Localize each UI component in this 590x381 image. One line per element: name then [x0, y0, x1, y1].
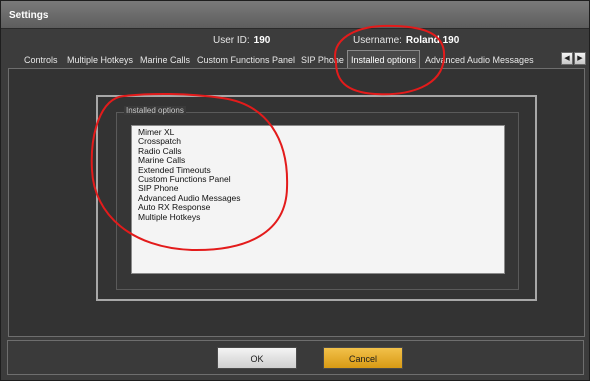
- username-display: Username: Roland 190: [353, 35, 459, 46]
- tab-installed-options[interactable]: Installed options: [347, 50, 421, 69]
- tab-advanced-audio-messages[interactable]: Advanced Audio Messages: [422, 52, 537, 68]
- list-item[interactable]: Mimer XL: [132, 127, 504, 137]
- tab-multiple-hotkeys[interactable]: Multiple Hotkeys: [64, 52, 136, 68]
- username-label: Username:: [353, 35, 402, 46]
- user-id-value: 190: [253, 35, 271, 46]
- user-id-display: User ID: 190: [213, 35, 270, 46]
- tab-marine-calls[interactable]: Marine Calls: [137, 52, 193, 68]
- user-id-label: User ID:: [213, 35, 250, 46]
- tab-custom-functions-panel[interactable]: Custom Functions Panel: [194, 52, 298, 68]
- cancel-button[interactable]: Cancel: [323, 347, 403, 369]
- tab-bar: Controls Multiple Hotkeys Marine Calls C…: [1, 50, 561, 69]
- ok-button[interactable]: OK: [217, 347, 297, 369]
- list-item[interactable]: Crosspatch: [132, 136, 504, 146]
- list-item[interactable]: Radio Calls: [132, 146, 504, 156]
- title-bar[interactable]: Settings: [1, 1, 589, 29]
- installed-options-group-title: Installed options: [124, 106, 186, 115]
- arrow-left-icon[interactable]: ◀: [561, 52, 573, 65]
- list-item[interactable]: Multiple Hotkeys: [132, 212, 504, 222]
- username-value: Roland 190: [405, 35, 460, 46]
- arrow-right-icon[interactable]: ▶: [574, 52, 586, 65]
- installed-options-list[interactable]: Mimer XL Crosspatch Radio Calls Marine C…: [131, 125, 505, 274]
- tab-sip-phone[interactable]: SIP Phone: [298, 52, 347, 68]
- list-item[interactable]: Custom Functions Panel: [132, 174, 504, 184]
- window-title: Settings: [9, 10, 49, 21]
- tab-controls[interactable]: Controls: [21, 52, 61, 68]
